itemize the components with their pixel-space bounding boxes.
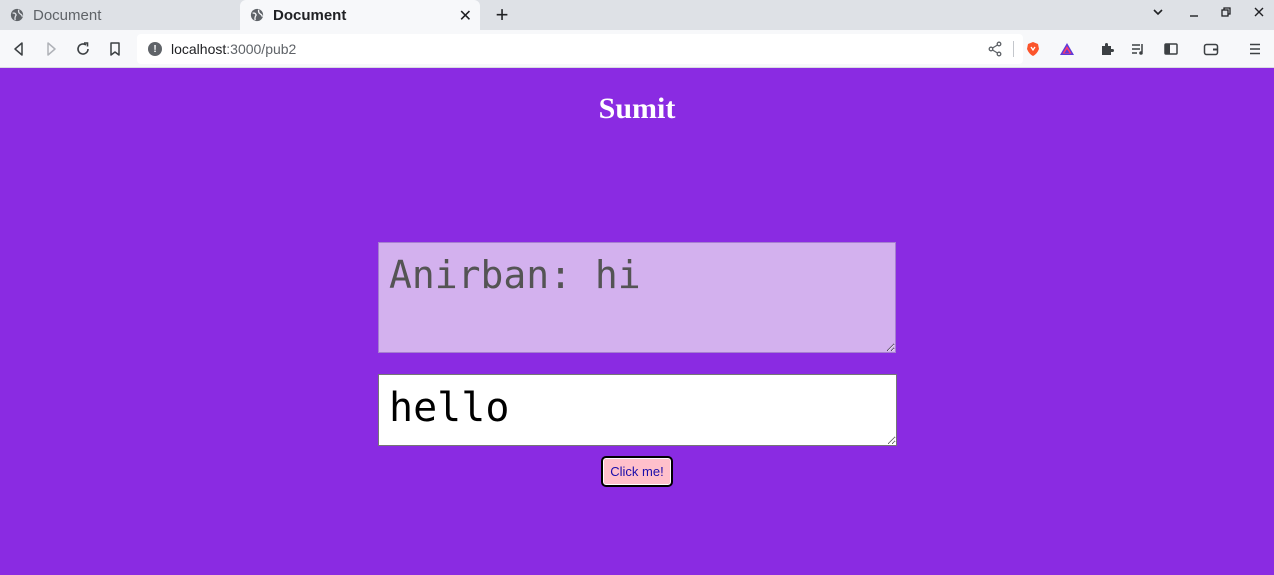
media-queue-icon[interactable] bbox=[1128, 39, 1148, 59]
minimize-icon[interactable] bbox=[1184, 5, 1204, 22]
tab-search-chevron-icon[interactable] bbox=[1148, 5, 1168, 22]
share-icon[interactable] bbox=[987, 41, 1003, 57]
back-icon[interactable] bbox=[9, 39, 29, 59]
tab-title: Document bbox=[273, 6, 347, 24]
browser-toolbar: ! localhost:3000/pub2 bbox=[0, 30, 1274, 68]
url-path: :3000/pub2 bbox=[226, 41, 297, 57]
tab-title: Document bbox=[33, 6, 102, 24]
globe-icon bbox=[250, 8, 264, 22]
info-icon[interactable]: ! bbox=[148, 42, 162, 56]
bookmark-icon[interactable] bbox=[105, 39, 125, 59]
received-messages-area[interactable]: Anirban: hi bbox=[378, 242, 896, 353]
page-title: Sumit bbox=[598, 92, 676, 125]
message-input[interactable]: hello bbox=[378, 374, 897, 446]
tab-strip: Document Document ✕ + bbox=[0, 0, 1274, 30]
url-text[interactable]: localhost:3000/pub2 bbox=[171, 41, 296, 57]
tab-document-1[interactable]: Document bbox=[0, 0, 240, 30]
address-bar[interactable]: ! localhost:3000/pub2 bbox=[137, 34, 1023, 64]
reload-icon[interactable] bbox=[73, 39, 93, 59]
wallet-icon[interactable] bbox=[1201, 39, 1221, 59]
close-tab-icon[interactable]: ✕ bbox=[459, 6, 472, 26]
divider bbox=[1013, 41, 1014, 57]
tab-document-2[interactable]: Document ✕ bbox=[240, 0, 480, 30]
brave-shield-icon[interactable] bbox=[1023, 39, 1043, 59]
extensions-icon[interactable] bbox=[1097, 39, 1117, 59]
send-button[interactable]: Click me! bbox=[601, 456, 673, 487]
url-host: localhost bbox=[171, 41, 227, 57]
brave-rewards-icon[interactable] bbox=[1057, 39, 1077, 59]
menu-icon[interactable] bbox=[1245, 39, 1265, 59]
globe-icon bbox=[10, 8, 24, 22]
close-window-icon[interactable] bbox=[1249, 5, 1269, 22]
new-tab-button[interactable]: + bbox=[490, 2, 514, 28]
forward-icon[interactable] bbox=[41, 39, 61, 59]
sidebar-icon[interactable] bbox=[1161, 39, 1181, 59]
restore-icon[interactable] bbox=[1216, 5, 1236, 22]
